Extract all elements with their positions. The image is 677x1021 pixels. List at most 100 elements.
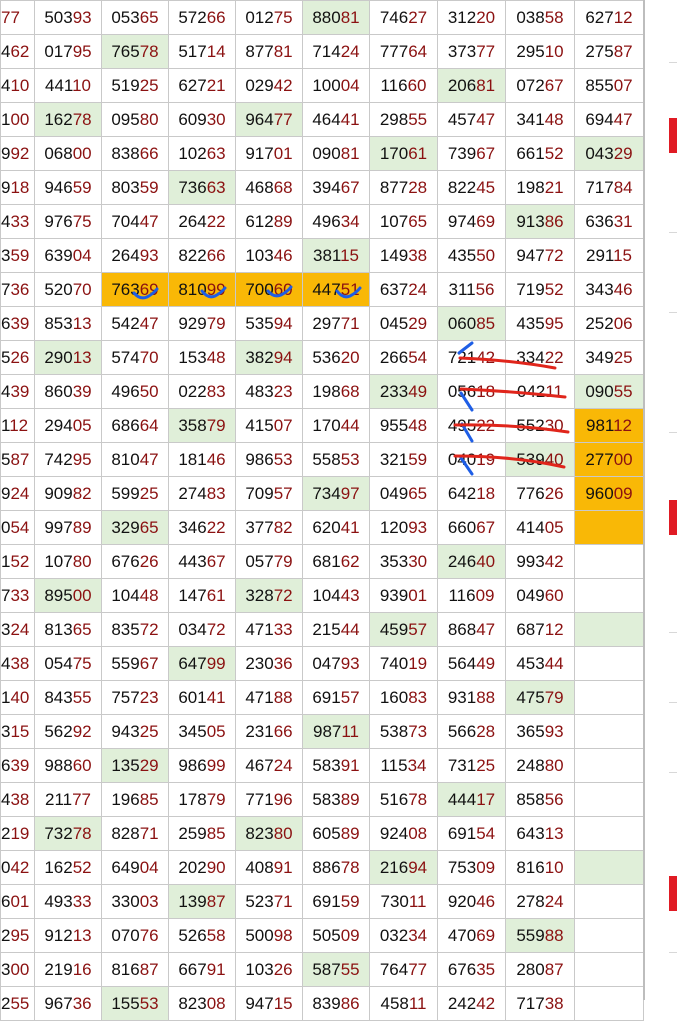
table-cell: 05475 [34, 646, 102, 681]
table-cell: 01795 [34, 34, 102, 69]
cell-digits-red: 10 [72, 75, 92, 95]
cell-digits-dark: 057 [245, 551, 274, 571]
cell-digits-red: 47 [139, 313, 159, 333]
cell-digits-red: 72 [273, 585, 293, 605]
table-cell [574, 816, 644, 851]
cell-digits-dark: 986 [178, 755, 207, 775]
table-cell: 70060 [235, 272, 303, 307]
cell-digits-red: 20 [476, 7, 496, 27]
table-cell: 75723 [101, 680, 169, 715]
cell-digits-red: 35 [476, 959, 496, 979]
cell-digits-dark: 763 [111, 279, 140, 299]
table-cell: 41405 [505, 510, 575, 545]
table-cell: 86039 [34, 374, 102, 409]
cell-digits-red: 95 [544, 313, 564, 333]
table-row: 462 01795 76578 51714 87781 71424 77764 37377 29… [0, 34, 644, 69]
cell-digits-dark: 981 [585, 415, 614, 435]
table-cell: 51678 [369, 782, 438, 817]
cell-digits-red: 04 [72, 245, 92, 265]
table-cell: 44110 [34, 68, 102, 103]
cell-digits-dark: 620 [312, 517, 341, 537]
cell-digits-dark: 700 [245, 279, 274, 299]
table-cell: 21177 [34, 782, 102, 817]
cell-digits-dark: 559 [111, 653, 140, 673]
cell-digits-red: 77 [1, 7, 20, 27]
cell-digits-red: 54 [476, 823, 496, 843]
table-cell: 77 [0, 0, 35, 35]
cell-digits-red: 87 [139, 959, 159, 979]
table-cell: 29855 [369, 102, 438, 137]
cell-digits-dark: 939 [379, 585, 409, 605]
cell-digits-dark: 047 [312, 653, 341, 673]
cell-digits-red: 91 [206, 959, 226, 979]
cell-digits-dark: 341 [516, 109, 545, 129]
cell-digits-red: 15 [273, 993, 293, 1013]
cell-digits-red: 01 [408, 585, 428, 605]
cell-digits-dark: 868 [447, 619, 477, 639]
cell-digits-dark: 294 [44, 415, 73, 435]
cell-digits-red: 09 [476, 857, 496, 877]
cell-digits-dark: 740 [379, 653, 409, 673]
table-cell: 34925 [574, 340, 644, 375]
table-cell: 47069 [437, 918, 506, 953]
table-cell: 64799 [168, 646, 236, 681]
table-cell: 94772 [505, 238, 575, 273]
cell-digits-red: 40 [476, 551, 496, 571]
table-cell: 31156 [437, 272, 506, 307]
table-cell: 76578 [101, 34, 169, 69]
cell-digits-red: 26 [273, 959, 293, 979]
table-cell: 11609 [437, 578, 506, 613]
cell-digits-dark: 353 [379, 551, 409, 571]
cell-digits-dark: 459 [379, 619, 409, 639]
table-cell: 81610 [505, 850, 575, 885]
cell-digits-red: 54 [408, 347, 428, 367]
cell-digits-red: 05 [206, 721, 226, 741]
cell-digits-red: 00 [613, 449, 633, 469]
cell-digits-dark: 215 [312, 619, 341, 639]
table-cell [574, 850, 644, 885]
table-cell: 94325 [101, 714, 169, 749]
table-cell: 639 [0, 748, 35, 783]
cell-digits-red: 23 [273, 381, 293, 401]
cell-digits-dark: 032 [379, 925, 409, 945]
cell-digits-red: 48 [544, 109, 564, 129]
table-cell: 64904 [101, 850, 169, 885]
cell-digits-red: 05 [544, 517, 564, 537]
table-cell: 27483 [168, 476, 236, 511]
table-cell: 140 [0, 680, 35, 715]
table-cell: 37782 [235, 510, 303, 545]
table-cell: 41507 [235, 408, 303, 443]
cell-digits-dark: 345 [178, 721, 207, 741]
cell-digits-red: 38 [408, 245, 428, 265]
table-cell: 05365 [101, 0, 169, 35]
divider [669, 312, 677, 313]
cell-digits-red: 80 [273, 823, 293, 843]
table-cell [574, 714, 644, 749]
table-cell: 44751 [302, 272, 370, 307]
table-cell: 04529 [369, 306, 438, 341]
cell-digits-dark: 444 [447, 789, 477, 809]
table-cell: 66152 [505, 136, 575, 171]
table-cell: 95548 [369, 408, 438, 443]
cell-digits-red: 34 [408, 925, 428, 945]
cell-digits-red: 99 [206, 653, 226, 673]
cell-digits-red: 81 [340, 143, 360, 163]
cell-digits-dark: 414 [516, 517, 545, 537]
table-cell [574, 544, 644, 579]
cell-digits-dark: 946 [44, 177, 73, 197]
cell-digits-dark: 523 [245, 891, 274, 911]
cell-digits-dark: 495 [447, 415, 477, 435]
table-cell: 77196 [235, 782, 303, 817]
cell-digits-red: 60 [544, 585, 564, 605]
cell-digits-dark: 266 [379, 347, 409, 367]
cell-digits-red: 87 [613, 41, 633, 61]
table-cell: 49634 [302, 204, 370, 239]
table-cell: 43550 [437, 238, 506, 273]
table-cell: 39467 [302, 170, 370, 205]
cell-digits-red: 92 [10, 143, 30, 163]
cell-digits-red: 80 [544, 755, 564, 775]
table-cell: 93901 [369, 578, 438, 613]
cell-digits-dark: 264 [111, 245, 140, 265]
cell-digits-red: 69 [476, 211, 496, 231]
table-cell: 15348 [168, 340, 236, 375]
